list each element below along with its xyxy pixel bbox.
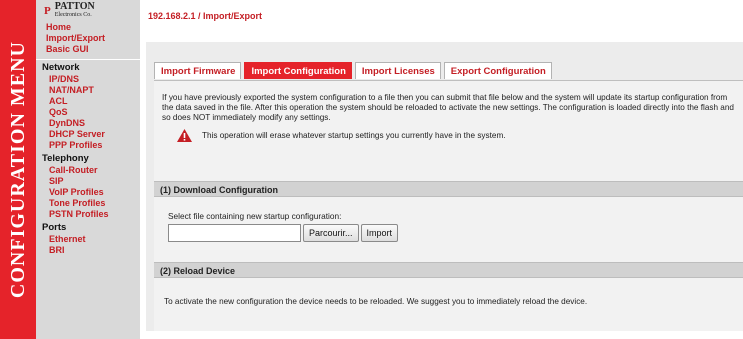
nav-qos[interactable]: QoS (49, 107, 140, 118)
intro-text: If you have previously exported the syst… (162, 93, 734, 122)
download-form: Select file containing new startup confi… (168, 211, 399, 242)
main-panel: 192.168.2.1 / Import/Export Import Firmw… (140, 0, 743, 339)
file-row: Parcourir... Import (168, 224, 399, 242)
tabs-area: Import Firmware Import Configuration Imp… (146, 42, 743, 331)
reload-text: To activate the new configuration the de… (164, 297, 588, 306)
file-path-input[interactable] (168, 224, 301, 242)
nav-ports-list: Ethernet BRI (36, 234, 140, 256)
side-band: CONFIGURATION MENU (0, 0, 36, 339)
nav-acl[interactable]: ACL (49, 96, 140, 107)
nav-bri[interactable]: BRI (49, 245, 140, 256)
nav-dhcp-server[interactable]: DHCP Server (49, 129, 140, 140)
nav-group-network: Network (42, 62, 80, 73)
warning-icon (177, 129, 192, 142)
logo: P PATTON Electronics Co. (36, 0, 140, 22)
browse-button[interactable]: Parcourir... (303, 224, 359, 242)
nav-ppp-profiles[interactable]: PPP Profiles (49, 140, 140, 151)
nav-ethernet[interactable]: Ethernet (49, 234, 140, 245)
logo-mark: P (44, 5, 51, 17)
nav-import-export[interactable]: Import/Export (46, 33, 140, 44)
tab-import-firmware[interactable]: Import Firmware (154, 62, 242, 79)
nav-top: Home Import/Export Basic GUI (36, 22, 140, 55)
tab-export-configuration[interactable]: Export Configuration (443, 62, 552, 79)
nav-telephony-list: Call-Router SIP VoIP Profiles Tone Profi… (36, 165, 140, 220)
file-select-label: Select file containing new startup confi… (168, 211, 342, 221)
nav-tone-profiles[interactable]: Tone Profiles (49, 198, 140, 209)
nav-voip-profiles[interactable]: VoIP Profiles (49, 187, 140, 198)
nav-network-list: IP/DNS NAT/NAPT ACL QoS DynDNS DHCP Serv… (36, 74, 140, 151)
warning-text: This operation will erase whatever start… (202, 131, 506, 140)
tab-import-configuration[interactable]: Import Configuration (244, 62, 352, 79)
tab-content: If you have previously exported the syst… (154, 80, 743, 331)
breadcrumb: 192.168.2.1 / Import/Export (148, 11, 263, 21)
side-band-label: CONFIGURATION MENU (6, 40, 29, 299)
nav-pstn-profiles[interactable]: PSTN Profiles (49, 209, 140, 220)
nav-nat-napt[interactable]: NAT/NAPT (49, 85, 140, 96)
nav-dyndns[interactable]: DynDNS (49, 118, 140, 129)
tab-bar: Import Firmware Import Configuration Imp… (154, 62, 555, 80)
tab-import-licenses[interactable]: Import Licenses (354, 62, 441, 79)
logo-text: PATTON Electronics Co. (55, 2, 95, 20)
sidebar: P PATTON Electronics Co. Home Import/Exp… (36, 0, 140, 339)
nav-group-ports: Ports (42, 222, 67, 233)
nav-basic-gui[interactable]: Basic GUI (46, 44, 140, 55)
breadcrumb-bar: 192.168.2.1 / Import/Export (140, 0, 743, 40)
logo-subtext: Electronics Co. (54, 12, 92, 18)
warning-row: This operation will erase whatever start… (177, 129, 743, 142)
nav-divider (36, 59, 140, 60)
nav-sip[interactable]: SIP (49, 176, 140, 187)
section-reload-device: (2) Reload Device (154, 262, 743, 278)
nav-group-telephony: Telephony (42, 153, 89, 164)
nav-call-router[interactable]: Call-Router (49, 165, 140, 176)
nav-home[interactable]: Home (46, 22, 140, 33)
section-download-config: (1) Download Configuration (154, 181, 743, 197)
nav-ip-dns[interactable]: IP/DNS (49, 74, 140, 85)
import-button[interactable]: Import (360, 224, 399, 242)
